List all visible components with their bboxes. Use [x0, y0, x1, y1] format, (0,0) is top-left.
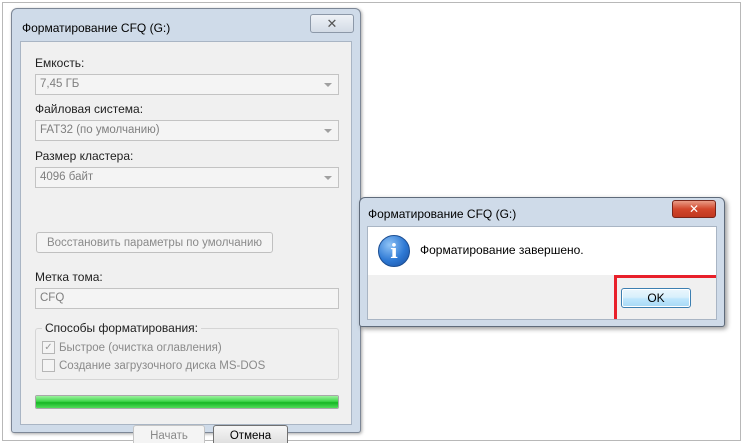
capacity-value: 7,45 ГБ — [40, 78, 80, 90]
message-body: i Форматирование завершено. OK — [367, 226, 717, 320]
ok-button[interactable]: OK — [621, 288, 691, 308]
message-title: Форматирование CFQ (G:) — [368, 207, 517, 221]
msdos-option[interactable]: Создание загрузочного диска MS-DOS — [42, 359, 265, 372]
cluster-select[interactable]: 4096 байт — [35, 167, 339, 188]
format-window: Форматирование CFQ (G:) ✕ Емкость: 7,45 … — [11, 8, 361, 443]
completion-message-box: Форматирование CFQ (G:) ✕ i Форматирован… — [359, 197, 725, 327]
message-content-area: i Форматирование завершено. — [368, 227, 716, 275]
start-button[interactable]: Начать — [133, 425, 205, 443]
window-close-button[interactable]: ✕ — [310, 14, 354, 33]
info-icon: i — [378, 235, 410, 267]
progress-fill — [36, 396, 338, 408]
info-glyph: i — [390, 239, 398, 263]
filesystem-value: FAT32 (по умолчанию) — [40, 124, 160, 136]
capacity-label: Емкость: — [35, 56, 85, 70]
capacity-select[interactable]: 7,45 ГБ — [35, 74, 339, 95]
cancel-button[interactable]: Отмена — [213, 425, 288, 443]
format-progress-bar — [35, 395, 339, 409]
close-icon: ✕ — [326, 15, 338, 31]
chevron-down-icon — [324, 129, 332, 133]
volume-label: Метка тома: — [35, 270, 103, 284]
format-window-body: Емкость: 7,45 ГБ Файловая система: FAT32… — [20, 41, 352, 443]
msdos-label: Создание загрузочного диска MS-DOS — [59, 359, 266, 372]
quick-format-option[interactable]: ✓ Быстрое (очистка оглавления) — [42, 341, 222, 354]
msdos-checkbox[interactable] — [42, 359, 55, 372]
restore-defaults-button[interactable]: Восстановить параметры по умолчанию — [36, 232, 273, 253]
cluster-label: Размер кластера: — [35, 149, 134, 163]
chevron-down-icon — [324, 176, 332, 180]
message-close-button[interactable]: ✕ — [672, 200, 716, 218]
format-options-title: Способы форматирования: — [42, 321, 201, 335]
volume-label-input[interactable]: CFQ — [35, 288, 339, 309]
quick-format-checkbox[interactable]: ✓ — [42, 341, 55, 354]
window-title: Форматирование CFQ (G:) — [22, 21, 171, 35]
close-icon: ✕ — [688, 202, 700, 216]
chevron-down-icon — [324, 83, 332, 87]
filesystem-label: Файловая система: — [35, 102, 144, 116]
filesystem-select[interactable]: FAT32 (по умолчанию) — [35, 120, 339, 141]
message-text: Форматирование завершено. — [420, 243, 584, 257]
format-options-group: Способы форматирования: ✓ Быстрое (очист… — [35, 321, 339, 380]
quick-format-label: Быстрое (очистка оглавления) — [59, 341, 222, 354]
cluster-value: 4096 байт — [40, 171, 94, 183]
